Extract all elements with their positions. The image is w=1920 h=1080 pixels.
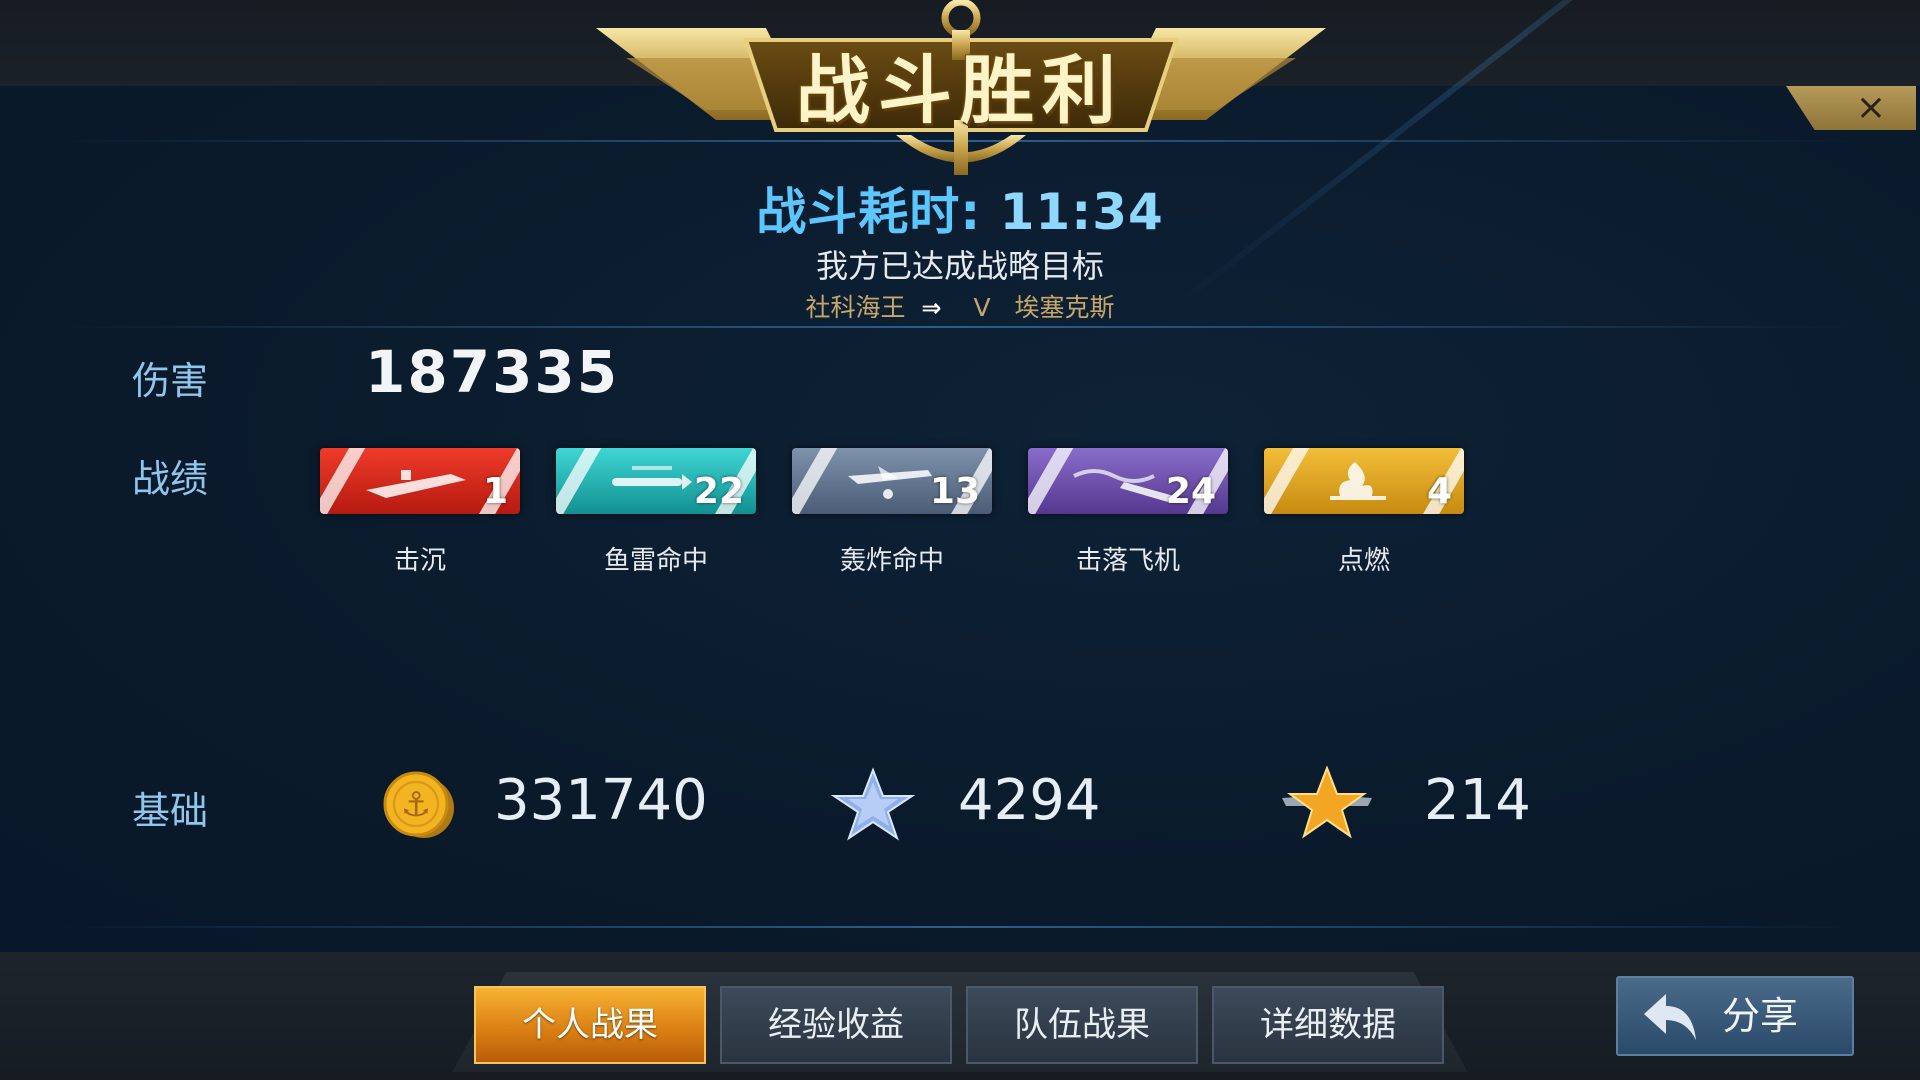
victory-title: 战斗胜利 [796,48,1124,134]
medal-label-ignite: 点燃 [1337,546,1390,576]
medal-count: 22 [693,471,744,512]
rank-star-icon [1282,766,1372,839]
medal-label-torpedo: 鱼雷命中 [603,546,708,576]
versus-label: V [973,293,991,322]
medal-count: 4 [1426,471,1452,512]
medal-label-bomb: 轰炸命中 [839,546,944,576]
damage-value: 187335 [365,338,620,406]
duration-label: 战斗耗时: [756,183,982,241]
ship-b-name: 埃塞克斯 [1014,293,1115,322]
ship-a-name: 社科海王 [805,293,906,322]
medal-torpedo[interactable]: 22 [556,448,756,514]
experience-star-icon [830,767,916,841]
damage-label: 伤害 [132,359,209,403]
experience-value: 4294 [958,768,1101,833]
tab-detailed-data[interactable]: 详细数据 [1212,986,1444,1064]
battle-duration: 战斗耗时: 11:34 [700,172,1220,244]
versus-line: 社科海王 ⇒ V 埃塞克斯 [700,288,1220,324]
coin-icon: ⚓ [383,771,454,838]
fire-icon [1330,462,1386,500]
medal-sink[interactable]: 1 [320,448,520,514]
duration-value: 11:34 [999,183,1164,241]
tab-experience-gain[interactable]: 经验收益 [720,986,952,1064]
close-icon: × [1855,87,1886,128]
medal-bomb[interactable]: 13 [792,448,992,514]
tab-personal-results[interactable]: 个人战果 [474,986,706,1064]
battle-result-screen: 战斗胜利 × 战斗耗时: 11:34 我方已达成战略目标 社科海王 ⇒ V 埃塞… [0,0,1920,1080]
medal-count: 1 [482,471,508,512]
medal-count: 13 [929,471,980,512]
share-arrow-icon [1644,994,1696,1040]
medal-label-sink: 击沉 [393,546,446,576]
divider-bottom [60,926,1860,928]
objective-text: 我方已达成战略目标 [815,247,1104,285]
medal-count: 24 [1165,471,1216,512]
basic-label: 基础 [132,789,209,833]
rank-points-value: 214 [1424,768,1531,833]
divider-header [60,326,1860,328]
medal-label-shootdown: 击落飞机 [1075,546,1180,576]
medal-shootdown[interactable]: 24 [1028,448,1228,514]
medal-ignite[interactable]: 4 [1264,448,1464,514]
coins-value: 331740 [494,768,708,833]
arrow-icon: ⇒ [921,294,942,322]
share-button[interactable]: 分享 [1616,976,1854,1056]
tab-team-results[interactable]: 队伍战果 [966,986,1198,1064]
sinking-ship-icon [366,470,466,498]
share-label: 分享 [1722,994,1799,1038]
record-label: 战绩 [132,457,209,501]
svg-text:⚓: ⚓ [401,785,431,825]
